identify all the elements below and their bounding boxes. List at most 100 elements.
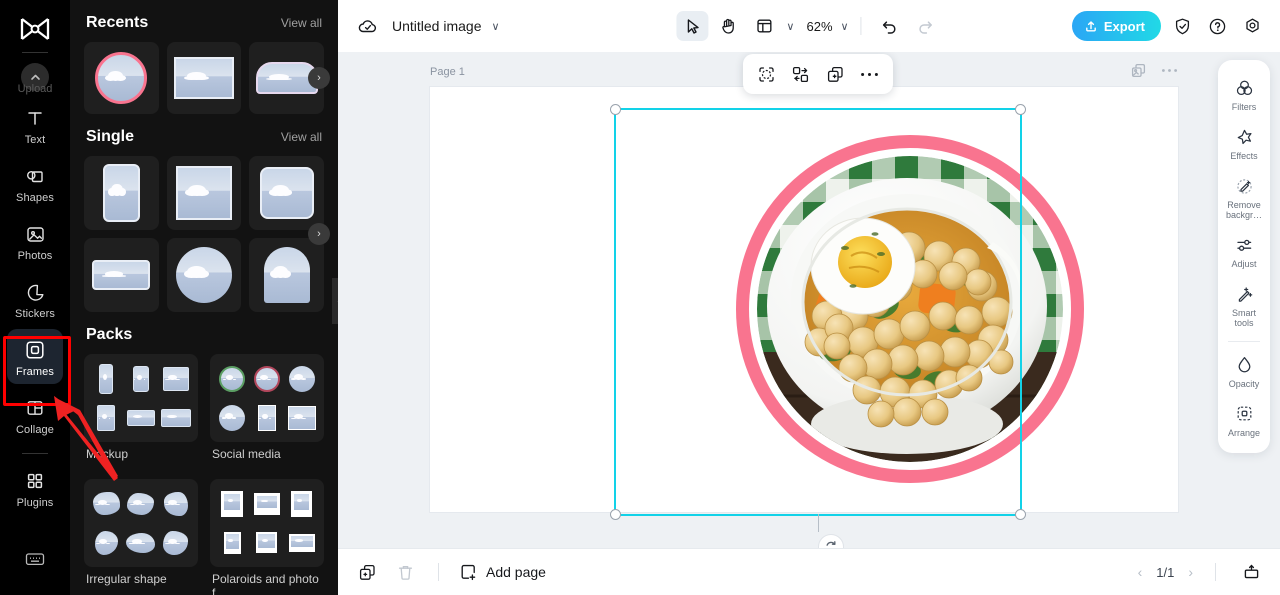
rail-divider-bottom	[22, 453, 48, 454]
smart-tools-icon	[1233, 283, 1255, 305]
panel-collapse-handle[interactable]: ‹	[332, 278, 338, 324]
delete-page-button[interactable]	[392, 559, 418, 585]
sidebar-item-shapes[interactable]: Shapes	[7, 155, 63, 210]
pack-label: Polaroids and photo f	[212, 572, 319, 595]
pack-item[interactable]: Polaroids and photo f	[210, 479, 324, 595]
frame-thumb-rounded-square[interactable]	[249, 156, 324, 230]
panel-item-effects[interactable]: Effects	[1218, 119, 1270, 168]
sidebar-item-keyboard-shortcuts[interactable]	[7, 538, 63, 577]
page-tools	[1130, 62, 1178, 79]
rotate-handle-button[interactable]	[818, 534, 844, 548]
frame-thumb-arch[interactable]	[249, 238, 324, 312]
panel-item-label: Filters	[1231, 102, 1257, 112]
rail-divider-top	[22, 52, 48, 53]
export-button[interactable]: Export	[1071, 11, 1161, 41]
document-title[interactable]: Untitled image	[392, 18, 482, 34]
rotate-stem	[818, 514, 819, 532]
panel-item-smart-tools[interactable]: Smart tools	[1218, 276, 1270, 335]
help-circle-icon[interactable]	[1203, 12, 1231, 40]
duplicate-page-icon[interactable]	[1130, 62, 1147, 79]
title-chevron-down-icon[interactable]: ∨	[492, 20, 500, 33]
left-tool-rail: Upload Text Shapes Photos Stickers Frame…	[0, 0, 70, 595]
sidebar-item-label: Plugins	[16, 497, 54, 509]
sidebar-item-frames[interactable]: Frames	[7, 329, 63, 384]
section-title: Recents	[86, 14, 149, 31]
single-next-arrow[interactable]: ›	[308, 223, 330, 245]
pack-preview-polaroids	[210, 479, 324, 567]
panel-item-label: Opacity	[1228, 378, 1260, 389]
sidebar-item-photos[interactable]: Photos	[7, 213, 63, 268]
frame-thumb-circle[interactable]	[166, 238, 242, 312]
settings-gear-icon[interactable]	[1238, 12, 1266, 40]
pack-item[interactable]: Mockup	[84, 354, 198, 471]
remove-background-icon	[1233, 175, 1255, 197]
zoom-level-value[interactable]: 62%	[806, 19, 832, 34]
filters-icon	[1233, 77, 1255, 99]
layout-tool-button[interactable]	[748, 11, 780, 41]
replace-icon[interactable]	[788, 61, 814, 87]
more-horizontal-icon[interactable]	[857, 61, 883, 87]
cloud-save-icon[interactable]	[352, 11, 382, 41]
single-grid: ›	[84, 156, 330, 312]
recents-view-all-link[interactable]: View all	[281, 16, 322, 30]
top-toolbar: Untitled image ∨ ∨ 62% ∨ Export	[338, 0, 1280, 52]
toolbar-divider	[860, 17, 862, 35]
panel-item-remove-background[interactable]: Remove backgr…	[1218, 168, 1270, 227]
select-tool-button[interactable]	[676, 11, 709, 41]
present-icon[interactable]	[1238, 559, 1264, 585]
undo-button[interactable]	[874, 11, 906, 41]
panel-item-filters[interactable]: Filters	[1218, 70, 1270, 119]
sidebar-item-stickers[interactable]: Stickers	[7, 271, 63, 326]
hand-tool-button[interactable]	[712, 11, 744, 41]
pack-preview-mockup	[84, 354, 198, 442]
pack-preview-social-media	[210, 354, 324, 442]
prev-page-button[interactable]: ‹	[1138, 564, 1143, 580]
crop-dashed-icon[interactable]	[753, 61, 779, 87]
sidebar-item-label: Stickers	[15, 308, 55, 320]
sidebar-item-label: Photos	[17, 250, 53, 262]
frame-thumb-portrait[interactable]	[84, 156, 159, 230]
frame-thumb-recent-landscape[interactable]	[166, 42, 242, 114]
shapes-icon	[23, 164, 47, 188]
panel-item-label: Effects	[1230, 151, 1258, 162]
frame-thumb-square[interactable]	[166, 156, 242, 230]
add-page-button[interactable]: Add page	[459, 563, 546, 582]
sidebar-item-plugins[interactable]: Plugins	[7, 460, 63, 515]
duplicate-icon[interactable]	[822, 61, 848, 87]
recents-next-arrow[interactable]: ›	[308, 67, 330, 89]
single-section-header: Single View all	[84, 114, 324, 156]
image-properties-panel: Filters Effects Remove backgr… Adjust Sm…	[1218, 60, 1270, 453]
add-page-icon	[459, 563, 478, 582]
more-horizontal-icon[interactable]	[1161, 68, 1178, 73]
shield-check-icon[interactable]	[1168, 12, 1196, 40]
framed-image-element[interactable]	[736, 135, 1084, 483]
canvas-area[interactable]: Page 1 Filters Effects Remove backgr… Ad…	[338, 52, 1280, 548]
pack-item[interactable]: Social media	[210, 354, 324, 471]
sidebar-item-text[interactable]: Text	[7, 97, 63, 152]
page-label: Page 1	[430, 66, 465, 78]
capcut-logo-icon[interactable]	[15, 14, 55, 44]
pack-item[interactable]: Irregular shape	[84, 479, 198, 595]
panel-item-label: Smart tools	[1231, 308, 1256, 329]
duplicate-page-icon[interactable]	[354, 559, 380, 585]
add-page-label: Add page	[486, 564, 546, 580]
bottom-bar: Add page ‹ 1/1 ›	[338, 548, 1280, 595]
sidebar-item-upload[interactable]: Upload	[7, 59, 63, 97]
main-area: Untitled image ∨ ∨ 62% ∨ Export Page 1 F…	[338, 0, 1280, 595]
layout-chevron-down-icon[interactable]: ∨	[786, 20, 794, 33]
panel-item-opacity[interactable]: Opacity	[1218, 347, 1270, 396]
panel-item-label: Remove backgr…	[1225, 200, 1262, 221]
frames-panel: Recents View all › Single View all › Pac…	[70, 0, 338, 595]
single-view-all-link[interactable]: View all	[281, 130, 322, 144]
next-page-button[interactable]: ›	[1188, 564, 1193, 580]
frame-thumb-recent-circle[interactable]	[84, 42, 159, 114]
page-canvas[interactable]	[430, 87, 1178, 512]
sidebar-item-collage[interactable]: Collage	[7, 387, 63, 442]
panel-item-arrange[interactable]: Arrange	[1218, 396, 1270, 445]
frame-thumb-wide[interactable]	[84, 238, 159, 312]
panel-item-adjust[interactable]: Adjust	[1218, 227, 1270, 276]
upload-icon	[1084, 19, 1098, 33]
redo-button[interactable]	[910, 11, 942, 41]
zoom-chevron-down-icon[interactable]: ∨	[841, 20, 849, 33]
bottombar-divider-right	[1215, 563, 1216, 581]
